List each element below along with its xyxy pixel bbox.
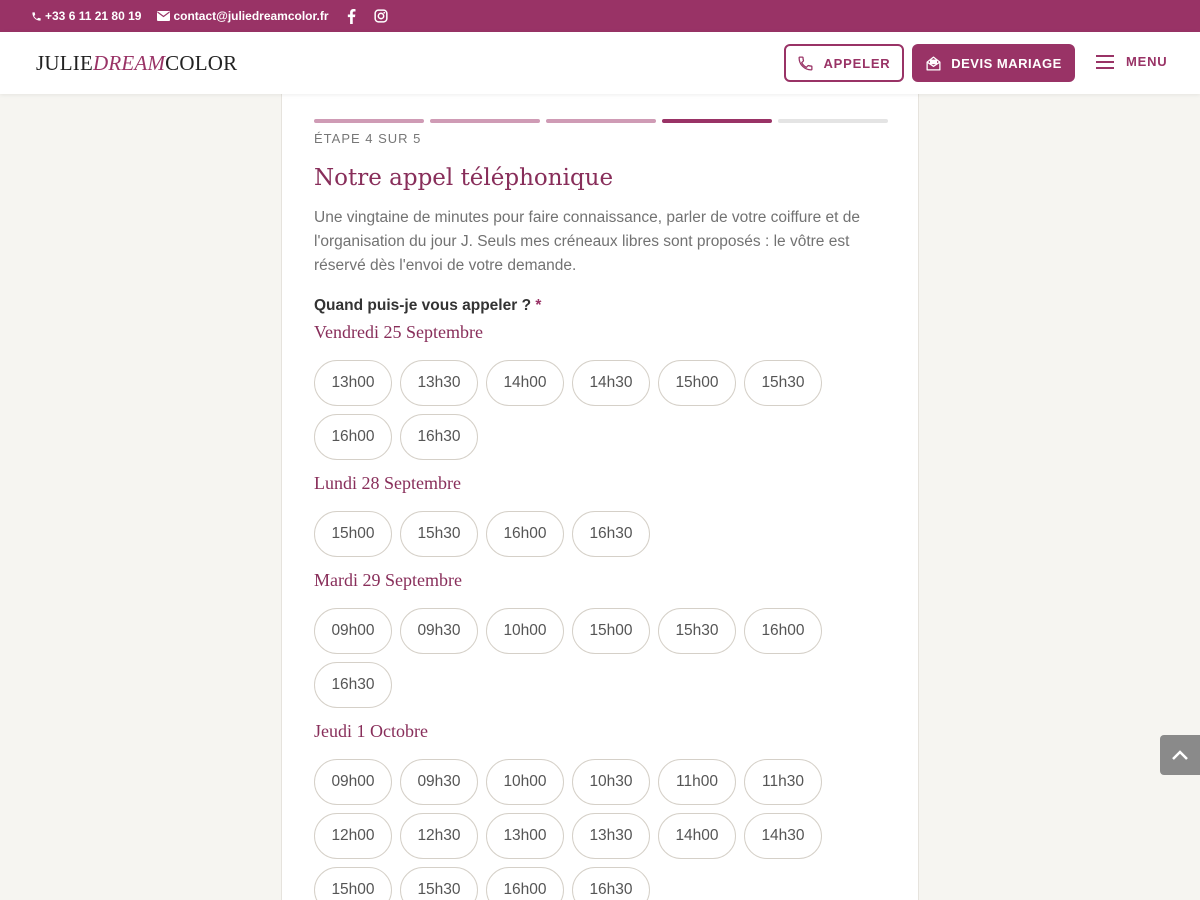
email-text: contact@juliedreamcolor.fr xyxy=(173,9,329,23)
phone-icon xyxy=(32,11,41,21)
form-title: Notre appel téléphonique xyxy=(314,165,614,191)
day-label: Jeudi 1 Octobre xyxy=(314,721,428,741)
time-slot-button[interactable]: 13h30 xyxy=(400,360,478,406)
day-label: Lundi 28 Septembre xyxy=(314,473,461,493)
site-header: JULIEDREAMCOLOR APPELER DEVIS MARIAGE ME… xyxy=(0,32,1200,94)
email-link[interactable]: contact@juliedreamcolor.fr xyxy=(157,9,329,23)
logo-part-julie: JULIE xyxy=(36,51,93,75)
envelope-icon xyxy=(157,11,171,21)
progress-segment xyxy=(430,119,540,123)
progress-segment xyxy=(778,119,888,123)
time-slot-button[interactable]: 14h30 xyxy=(744,813,822,859)
instagram-icon[interactable] xyxy=(373,8,388,24)
time-slot-button[interactable]: 16h30 xyxy=(572,511,650,557)
menu-label: MENU xyxy=(1126,54,1168,69)
slot-group: 15h00 15h30 16h00 16h30 xyxy=(314,511,854,565)
phone-icon xyxy=(798,55,813,71)
phone-link[interactable]: +33 6 11 21 80 19 xyxy=(31,9,141,23)
top-bar: +33 6 11 21 80 19 contact@juliedreamcolo… xyxy=(0,0,1200,32)
site-logo[interactable]: JULIEDREAMCOLOR xyxy=(36,51,237,76)
required-mark: * xyxy=(535,297,542,314)
time-slot-button[interactable]: 16h00 xyxy=(744,608,822,654)
time-slot-button[interactable]: 11h30 xyxy=(744,759,822,805)
time-slot-button[interactable]: 16h00 xyxy=(314,414,392,460)
time-slot-button[interactable]: 09h30 xyxy=(400,608,478,654)
time-slot-button[interactable]: 15h00 xyxy=(314,511,392,557)
time-slot-button[interactable]: 15h00 xyxy=(314,867,392,900)
time-slot-button[interactable]: 10h00 xyxy=(486,608,564,654)
time-slot-button[interactable]: 13h30 xyxy=(572,813,650,859)
time-slot-button[interactable]: 09h30 xyxy=(400,759,478,805)
day-label: Vendredi 25 Septembre xyxy=(314,322,483,342)
time-slot-button[interactable]: 10h00 xyxy=(486,759,564,805)
logo-part-color: COLOR xyxy=(165,51,238,75)
progress-segment xyxy=(662,119,772,123)
time-slot-button[interactable]: 14h30 xyxy=(572,360,650,406)
time-slot-button[interactable]: 14h00 xyxy=(658,813,736,859)
progress-segment xyxy=(546,119,656,123)
scroll-to-top-button[interactable] xyxy=(1160,735,1200,775)
form-description: Une vingtaine de minutes pour faire conn… xyxy=(314,209,860,274)
step-indicator: ÉTAPE 4 SUR 5 xyxy=(314,131,422,146)
time-slot-button[interactable]: 16h30 xyxy=(572,867,650,900)
phone-text: +33 6 11 21 80 19 xyxy=(45,9,142,23)
time-slot-button[interactable]: 11h00 xyxy=(658,759,736,805)
call-button[interactable]: APPELER xyxy=(784,44,904,82)
time-slot-button[interactable]: 13h00 xyxy=(486,813,564,859)
time-slot-button[interactable]: 16h00 xyxy=(486,867,564,900)
time-slot-button[interactable]: 15h00 xyxy=(572,608,650,654)
chevron-up-icon xyxy=(1172,750,1188,760)
day-label: Mardi 29 Septembre xyxy=(314,570,462,590)
time-slot-button[interactable]: 09h00 xyxy=(314,759,392,805)
time-slot-button[interactable]: 16h30 xyxy=(314,662,392,708)
slot-group: 13h00 13h30 14h00 14h30 15h00 15h30 16h00 16h30 xyxy=(314,360,854,468)
time-slot-button[interactable]: 13h00 xyxy=(314,360,392,406)
time-slot-button[interactable]: 14h00 xyxy=(486,360,564,406)
progress-bar xyxy=(314,119,894,123)
time-slot-button[interactable]: 12h00 xyxy=(314,813,392,859)
time-slot-button[interactable]: 15h30 xyxy=(400,867,478,900)
slot-group: 09h00 09h30 10h00 10h30 11h00 11h30 12h00 12h30… xyxy=(314,759,854,900)
time-slot-button[interactable]: 16h30 xyxy=(400,414,478,460)
question-label: Quand puis-je vous appeler ? * xyxy=(314,297,541,315)
envelope-open-icon xyxy=(926,55,941,71)
time-slot-button[interactable]: 15h30 xyxy=(400,511,478,557)
time-slot-button[interactable]: 10h30 xyxy=(572,759,650,805)
hamburger-icon xyxy=(1096,54,1114,69)
progress-segment xyxy=(314,119,424,123)
time-slot-button[interactable]: 09h00 xyxy=(314,608,392,654)
booking-form-card: ÉTAPE 4 SUR 5 Notre appel téléphonique U… xyxy=(281,94,919,900)
time-slot-button[interactable]: 15h30 xyxy=(744,360,822,406)
time-slot-button[interactable]: 15h30 xyxy=(658,608,736,654)
time-slot-button[interactable]: 12h30 xyxy=(400,813,478,859)
devis-button-label: DEVIS MARIAGE xyxy=(951,55,1062,71)
facebook-icon[interactable] xyxy=(345,8,359,24)
devis-mariage-button[interactable]: DEVIS MARIAGE xyxy=(912,44,1075,82)
time-slot-button[interactable]: 15h00 xyxy=(658,360,736,406)
menu-button[interactable]: MENU xyxy=(1096,54,1167,69)
logo-part-dream: DREAM xyxy=(93,51,166,75)
slot-group: 09h00 09h30 10h00 15h00 15h30 16h00 16h30 xyxy=(314,608,854,716)
time-slot-button[interactable]: 16h00 xyxy=(486,511,564,557)
question-text: Quand puis-je vous appeler ? xyxy=(314,297,532,314)
call-button-label: APPELER xyxy=(823,55,891,71)
